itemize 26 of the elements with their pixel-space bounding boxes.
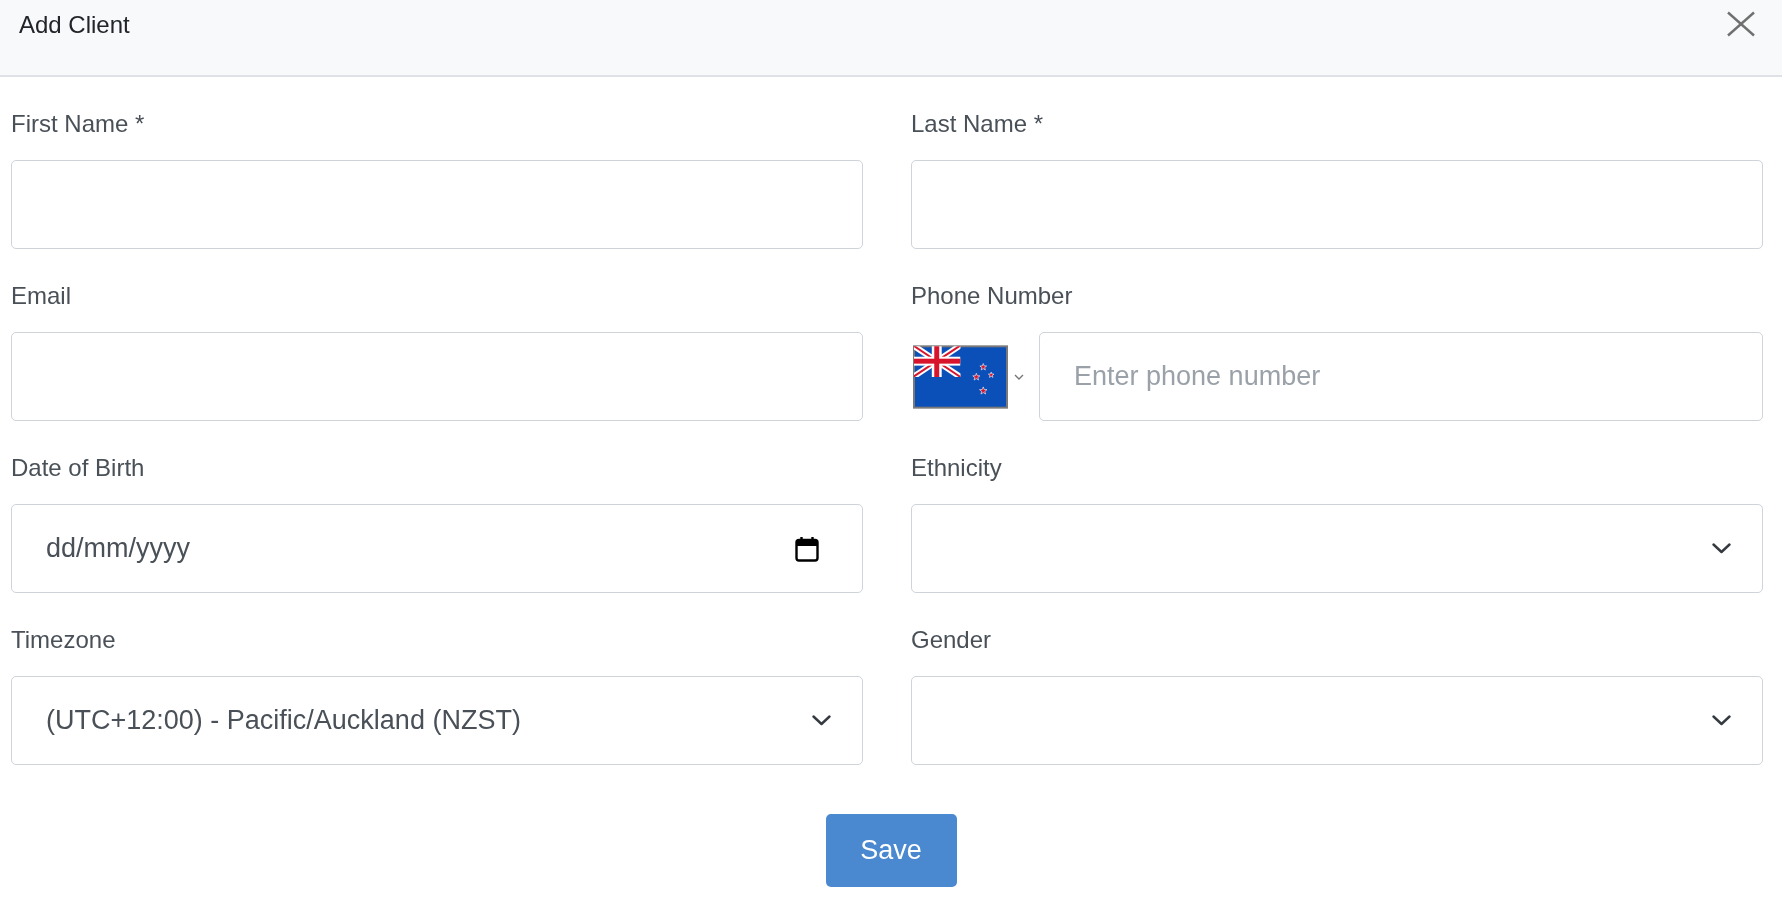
field-label: Timezone: [11, 625, 116, 655]
field-label: Gender: [911, 625, 992, 655]
flag-icon: [913, 344, 1008, 409]
caret-icon: [1014, 373, 1024, 380]
select-dropdown[interactable]: [911, 504, 1763, 593]
dialog-title: Add Client: [19, 10, 130, 40]
close-icon: [1726, 11, 1756, 37]
field-label: First Name *: [11, 109, 145, 139]
date-input[interactable]: dd/mm/yyyy: [11, 504, 863, 593]
chevron-down-icon: [1712, 543, 1731, 554]
field-label: Phone Number: [911, 281, 1073, 311]
field-label: Ethnicity: [911, 453, 1002, 483]
field-label: Last Name *: [911, 109, 1044, 139]
close-button[interactable]: [1726, 11, 1756, 37]
country-select[interactable]: [911, 344, 1024, 409]
select-dropdown[interactable]: (UTC+12:00) - Pacific/Auckland (NZST): [11, 676, 863, 765]
text-input[interactable]: [11, 160, 863, 249]
chevron-down-icon: [812, 715, 831, 726]
chevron-down-icon: [1712, 715, 1731, 726]
text-input[interactable]: [911, 160, 1763, 249]
field-label: Email: [11, 281, 71, 311]
text-input[interactable]: [11, 332, 863, 421]
calendar-icon[interactable]: [795, 535, 819, 562]
save-button[interactable]: Save: [825, 814, 957, 887]
field-label: Date of Birth: [11, 453, 145, 483]
select-dropdown[interactable]: [911, 676, 1763, 765]
